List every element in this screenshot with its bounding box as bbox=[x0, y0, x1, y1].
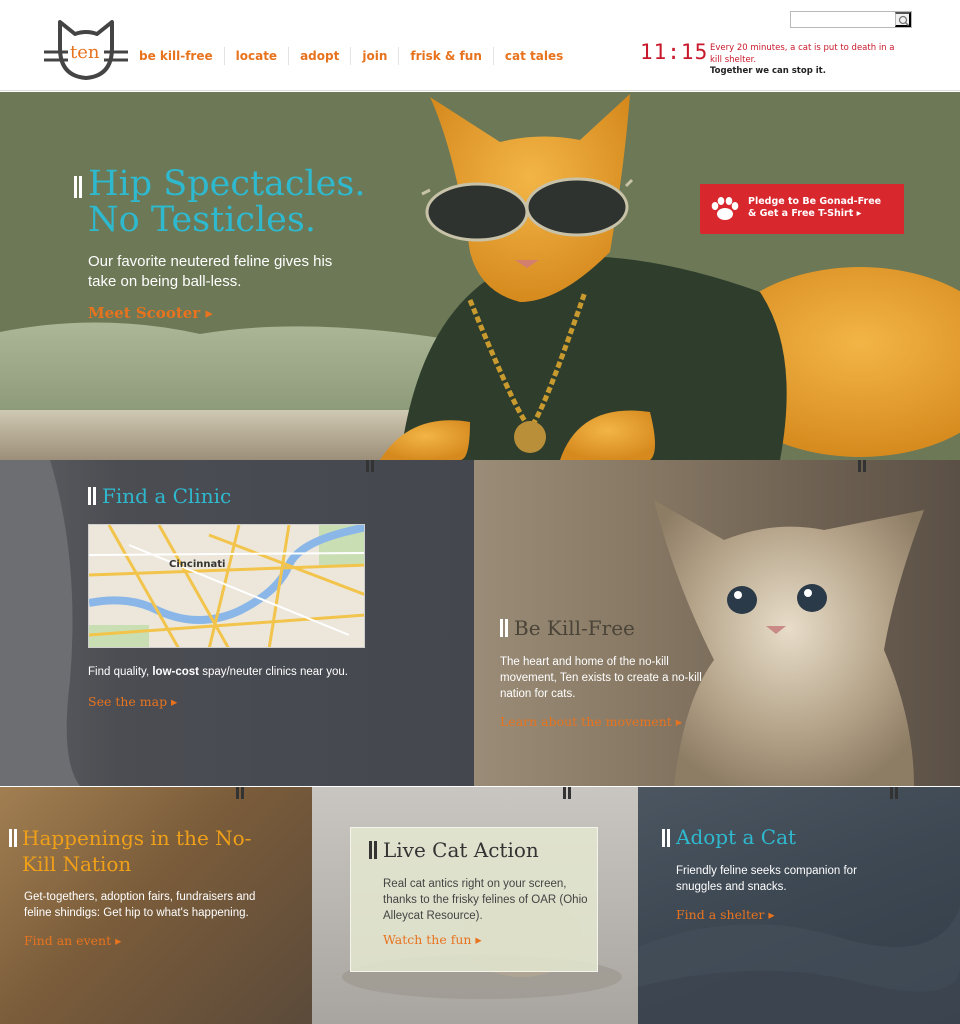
main-nav: be kill-free locate adopt join frisk & f… bbox=[128, 47, 574, 65]
title-marker bbox=[88, 487, 91, 505]
panel-clip bbox=[858, 460, 866, 472]
hero-description: Our favorite neutered feline gives his t… bbox=[88, 253, 333, 290]
happenings-title: Happenings in the No-Kill Nation bbox=[22, 826, 252, 876]
search-button[interactable] bbox=[895, 12, 911, 27]
map-graphic: Cincinnati bbox=[89, 525, 364, 647]
live-cat-action-panel: Live Cat Action Real cat antics right on… bbox=[312, 787, 638, 1024]
pledge-line-1: Pledge to Be Gonad-Free bbox=[748, 196, 882, 207]
clinic-map[interactable]: Cincinnati bbox=[88, 524, 365, 648]
pledge-line-2: & Get a Free T-Shirt ▸ bbox=[748, 208, 862, 219]
hero-banner: Pledge to Be Gonad-Free & Get a Free T-S… bbox=[0, 92, 960, 460]
nav-adopt[interactable]: adopt bbox=[288, 47, 350, 65]
nav-frisk-fun[interactable]: frisk & fun bbox=[398, 47, 493, 65]
find-clinic-text-start: Find quality, bbox=[88, 666, 153, 678]
hero-title: Hip Spectacles. No Testicles. bbox=[88, 166, 408, 238]
wave-pattern bbox=[638, 907, 960, 1024]
title-marker bbox=[500, 619, 503, 637]
search-icon bbox=[898, 15, 910, 27]
title-marker bbox=[505, 619, 508, 637]
see-map-link[interactable]: See the map ▸ bbox=[88, 694, 177, 709]
live-cat-box: Live Cat Action Real cat antics right on… bbox=[350, 827, 598, 972]
find-clinic-text: Find quality, low-cost spay/neuter clini… bbox=[88, 664, 388, 680]
title-marker bbox=[374, 841, 377, 859]
adopt-cat-panel: Adopt a Cat Friendly feline seeks compan… bbox=[638, 787, 960, 1024]
paw-icon bbox=[711, 197, 739, 220]
watch-fun-link[interactable]: Watch the fun ▸ bbox=[383, 932, 482, 947]
panel-clip bbox=[366, 460, 374, 472]
site-header: ten be kill-free locate adopt join frisk… bbox=[0, 0, 960, 91]
happenings-text: Get-togethers, adoption fairs, fundraise… bbox=[24, 891, 256, 919]
shelter-statistic: Every 20 minutes, a cat is put to death … bbox=[710, 43, 895, 65]
hero-title-line-2: No Testicles. bbox=[88, 200, 316, 240]
pledge-text: Pledge to Be Gonad-Free & Get a Free T-S… bbox=[748, 196, 898, 220]
find-shelter-link[interactable]: Find a shelter ▸ bbox=[676, 907, 775, 922]
gray-cat-image bbox=[0, 460, 80, 786]
pledge-button[interactable]: Pledge to Be Gonad-Free & Get a Free T-S… bbox=[700, 184, 904, 234]
title-marker bbox=[369, 841, 372, 859]
live-cat-text: Real cat antics right on your screen, th… bbox=[383, 878, 588, 922]
logo-text: ten bbox=[70, 42, 100, 63]
map-city-label: Cincinnati bbox=[169, 559, 225, 570]
happenings-panel: Happenings in the No-Kill Nation Get-tog… bbox=[0, 787, 312, 1024]
find-clinic-title: Find a Clinic bbox=[102, 484, 232, 508]
be-kill-free-text: The heart and home of the no-kill moveme… bbox=[500, 656, 702, 700]
title-marker bbox=[662, 829, 665, 847]
adopt-cat-text: Friendly feline seeks companion for snug… bbox=[676, 865, 857, 893]
panel-clip bbox=[890, 787, 898, 799]
nav-locate[interactable]: locate bbox=[223, 47, 288, 65]
meet-scooter-link[interactable]: Meet Scooter ▸ bbox=[88, 304, 213, 322]
panel-clip bbox=[236, 787, 244, 799]
title-marker bbox=[14, 829, 17, 847]
search-box bbox=[790, 11, 912, 28]
hero-title-line-1: Hip Spectacles. bbox=[88, 164, 366, 204]
find-clinic-panel: Find a Clinic Cincinnati Find quality, l… bbox=[0, 460, 474, 786]
nav-cat-tales[interactable]: cat tales bbox=[492, 47, 574, 65]
title-marker bbox=[79, 176, 82, 198]
nav-be-kill-free[interactable]: be kill-free bbox=[128, 47, 224, 65]
title-marker bbox=[93, 487, 96, 505]
find-event-link[interactable]: Find an event ▸ bbox=[24, 933, 121, 948]
shelter-tagline: Together we can stop it. bbox=[710, 66, 826, 76]
euthanasia-clock: 11:15 bbox=[640, 40, 709, 64]
search-input[interactable] bbox=[793, 13, 893, 26]
title-marker bbox=[9, 829, 12, 847]
title-marker bbox=[74, 176, 77, 198]
panel-clip bbox=[563, 787, 571, 799]
nav-join[interactable]: join bbox=[350, 47, 398, 65]
learn-movement-link[interactable]: Learn about the movement ▸ bbox=[500, 714, 682, 729]
find-clinic-text-bold: low-cost bbox=[152, 666, 199, 678]
be-kill-free-panel: Be Kill-Free The heart and home of the n… bbox=[474, 460, 960, 786]
live-cat-title: Live Cat Action bbox=[383, 838, 539, 862]
adopt-cat-title: Adopt a Cat bbox=[676, 825, 797, 849]
find-clinic-text-end: spay/neuter clinics near you. bbox=[199, 666, 348, 678]
be-kill-free-title: Be Kill-Free bbox=[514, 616, 635, 640]
title-marker bbox=[667, 829, 670, 847]
